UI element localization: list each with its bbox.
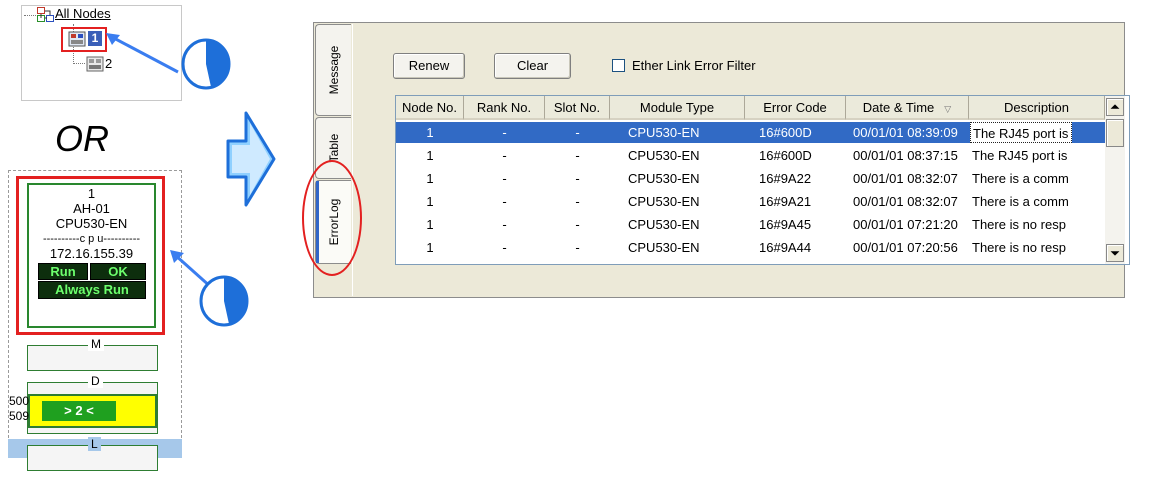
slot-d-label: D bbox=[88, 374, 103, 388]
cell-code: 16#9A22 bbox=[759, 171, 812, 186]
cell-datetime: 00/01/01 08:37:15 bbox=[853, 148, 958, 163]
table-row[interactable]: 1 - - CPU530-EN 16#9A45 00/01/01 07:21:20 Ther… bbox=[396, 214, 1111, 235]
device-cpu: CPU530-EN bbox=[55, 216, 128, 231]
cell-module: CPU530-EN bbox=[628, 171, 700, 186]
ether-link-filter-label: Ether Link Error Filter bbox=[632, 58, 756, 73]
cell-code: 16#9A44 bbox=[759, 240, 812, 255]
device-ip: 172.16.155.39 bbox=[49, 246, 134, 261]
cell-rank: - bbox=[502, 148, 507, 163]
errorlog-tab-highlight bbox=[302, 160, 362, 276]
slot-l-label: L bbox=[88, 437, 101, 451]
device-node-no: 1 bbox=[87, 186, 96, 201]
table-scrollbar[interactable] bbox=[1105, 96, 1125, 264]
col-header-slot[interactable]: Slot No. bbox=[545, 96, 610, 120]
cell-desc: The RJ45 port is bbox=[972, 148, 1068, 163]
tree-root-label[interactable]: All Nodes bbox=[55, 6, 111, 21]
error-log-table: Node No. Rank No. Slot No. Module Type E… bbox=[395, 95, 1130, 265]
sort-desc-icon: ▽ bbox=[944, 104, 952, 114]
cell-code: 16#600D bbox=[759, 125, 812, 140]
table-row[interactable]: 1 - - CPU530-EN 16#600D 00/01/01 08:39:09 The … bbox=[396, 122, 1111, 143]
scroll-down-button[interactable] bbox=[1106, 244, 1124, 262]
cell-rank: - bbox=[502, 171, 507, 186]
slot-d-value: > 2 < bbox=[42, 401, 116, 421]
col-header-node[interactable]: Node No. bbox=[396, 96, 464, 120]
tree-node-1[interactable]: 1 bbox=[88, 31, 102, 46]
right-arrow-icon bbox=[226, 111, 276, 207]
slot-m-label: M bbox=[88, 337, 104, 351]
slot-d-number-top: 500 bbox=[9, 394, 30, 408]
tab-message[interactable]: Message bbox=[315, 24, 351, 116]
scroll-up-button[interactable] bbox=[1106, 98, 1124, 116]
cell-module: CPU530-EN bbox=[628, 217, 700, 232]
cell-datetime: 00/01/01 08:32:07 bbox=[853, 171, 958, 186]
plc-node-icon bbox=[86, 56, 104, 72]
mode-badge: Always Run bbox=[38, 281, 146, 299]
device-model: AH-01 bbox=[73, 201, 110, 216]
cell-rank: - bbox=[502, 194, 507, 209]
cell-code: 16#600D bbox=[759, 148, 812, 163]
cell-node: 1 bbox=[426, 240, 434, 255]
network-root-icon bbox=[37, 7, 54, 22]
cell-desc: There is no resp bbox=[972, 240, 1066, 255]
cell-desc: There is a comm bbox=[972, 194, 1069, 209]
cell-desc: There is no resp bbox=[972, 217, 1066, 232]
slot-d-number-bottom: 509 bbox=[9, 409, 30, 423]
cell-code: 16#9A21 bbox=[759, 194, 812, 209]
cell-desc: The RJ45 port is bbox=[970, 122, 1072, 143]
col-header-module[interactable]: Module Type bbox=[610, 96, 745, 120]
step-pie-icon bbox=[181, 38, 231, 90]
table-row[interactable]: 1 - - CPU530-EN 16#600D 00/01/01 08:37:15 The … bbox=[396, 145, 1111, 166]
cell-code: 16#9A45 bbox=[759, 217, 812, 232]
status-ok-badge: OK bbox=[90, 263, 146, 280]
or-label: OR bbox=[55, 118, 109, 159]
tree-connector bbox=[73, 63, 85, 64]
cell-module: CPU530-EN bbox=[628, 194, 700, 209]
scroll-thumb[interactable] bbox=[1106, 119, 1124, 147]
col-header-rank[interactable]: Rank No. bbox=[464, 96, 545, 120]
cell-rank: - bbox=[502, 125, 507, 140]
cell-slot: - bbox=[575, 148, 580, 163]
cell-slot: - bbox=[575, 217, 580, 232]
cell-node: 1 bbox=[426, 217, 434, 232]
clear-button[interactable]: Clear bbox=[494, 53, 571, 79]
cell-node: 1 bbox=[426, 171, 434, 186]
col-header-description[interactable]: Description bbox=[969, 96, 1105, 120]
cell-rank: - bbox=[502, 240, 507, 255]
cell-datetime: 00/01/01 07:20:56 bbox=[853, 240, 958, 255]
cell-rank: - bbox=[502, 217, 507, 232]
cell-node: 1 bbox=[426, 148, 434, 163]
cell-slot: - bbox=[575, 171, 580, 186]
cell-datetime: 00/01/01 07:21:20 bbox=[853, 217, 958, 232]
scroll-down-icon bbox=[1110, 251, 1120, 256]
cell-desc: There is a comm bbox=[972, 171, 1069, 186]
status-run-badge: Run bbox=[38, 263, 88, 280]
step-pie-icon bbox=[199, 275, 249, 327]
col-header-code[interactable]: Error Code bbox=[745, 96, 846, 120]
cell-node: 1 bbox=[426, 125, 434, 140]
cell-datetime: 00/01/01 08:32:07 bbox=[853, 194, 958, 209]
ether-link-filter-checkbox[interactable] bbox=[612, 59, 625, 72]
cell-slot: - bbox=[575, 125, 580, 140]
device-divider: ----------c p u---------- bbox=[42, 233, 141, 245]
scroll-up-icon bbox=[1110, 104, 1120, 109]
cpu-card[interactable]: 1 AH-01 CPU530-EN ----------c p u-------… bbox=[27, 183, 156, 328]
cell-slot: - bbox=[575, 240, 580, 255]
table-row[interactable]: 1 - - CPU530-EN 16#9A21 00/01/01 08:32:07 Ther… bbox=[396, 191, 1111, 212]
renew-button[interactable]: Renew bbox=[393, 53, 465, 79]
pointer-arrow-icon bbox=[106, 33, 179, 74]
cell-datetime: 00/01/01 08:39:09 bbox=[853, 125, 958, 140]
col-header-datetime[interactable]: Date & Time ▽ bbox=[846, 96, 969, 120]
cell-module: CPU530-EN bbox=[628, 148, 700, 163]
cell-module: CPU530-EN bbox=[628, 125, 700, 140]
tree-connector bbox=[24, 15, 38, 16]
cell-slot: - bbox=[575, 194, 580, 209]
table-row[interactable]: 1 - - CPU530-EN 16#9A22 00/01/01 08:32:07 Ther… bbox=[396, 168, 1111, 189]
table-row[interactable]: 1 - - CPU530-EN 16#9A44 00/01/01 07:20:56 Ther… bbox=[396, 237, 1111, 258]
cell-module: CPU530-EN bbox=[628, 240, 700, 255]
cell-node: 1 bbox=[426, 194, 434, 209]
